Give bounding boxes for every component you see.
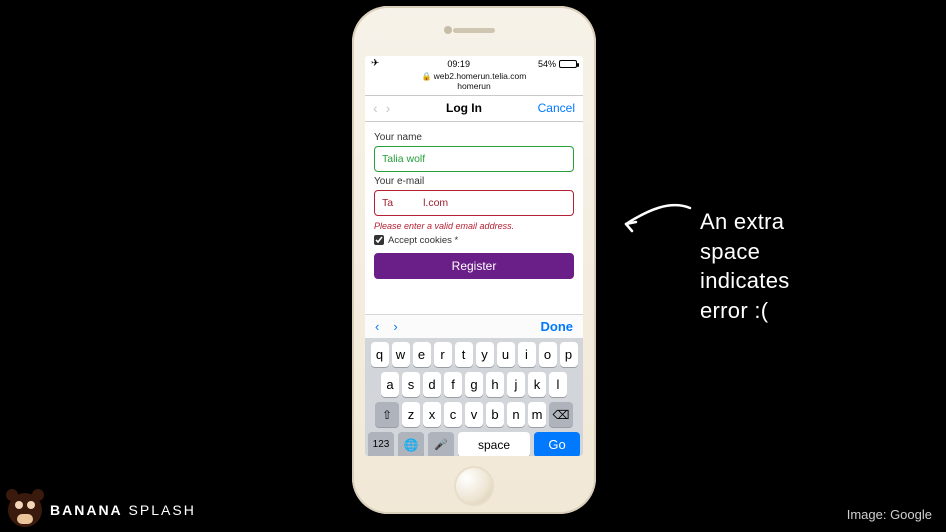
brand-text-bold: BANANA xyxy=(50,502,123,518)
register-button[interactable]: Register xyxy=(374,253,574,279)
key-d[interactable]: d xyxy=(423,372,441,397)
brand-badge: BANANA SPLASH xyxy=(8,493,196,527)
done-button[interactable]: Done xyxy=(541,319,574,334)
backspace-key[interactable]: ⌫ xyxy=(549,402,573,427)
annotation-line1: An extra xyxy=(700,207,790,237)
page-title: Log In xyxy=(390,101,537,115)
brand-text-light: SPLASH xyxy=(123,502,196,518)
phone-screen: ✈ 09:19 54% 🔒web2.homerun.telia.com home… xyxy=(365,56,583,456)
brand-text: BANANA SPLASH xyxy=(50,502,196,518)
keyboard-row-1: qwertyuiop xyxy=(368,342,580,367)
cancel-button[interactable]: Cancel xyxy=(538,101,575,115)
space-key[interactable]: space xyxy=(458,432,530,456)
key-q[interactable]: q xyxy=(371,342,389,367)
key-l[interactable]: l xyxy=(549,372,567,397)
keyboard-accessory: ‹ › Done xyxy=(365,314,583,338)
battery-indicator: 54% xyxy=(538,59,577,69)
key-s[interactable]: s xyxy=(402,372,420,397)
accept-cookies-row[interactable]: Accept cookies * xyxy=(374,235,574,246)
key-f[interactable]: f xyxy=(444,372,462,397)
status-time: 09:19 xyxy=(447,59,470,69)
home-button[interactable] xyxy=(454,466,494,506)
annotation-arrow xyxy=(620,200,694,236)
name-field[interactable]: Talia wolf xyxy=(374,146,574,172)
key-i[interactable]: i xyxy=(518,342,536,367)
annotation-text: An extra space indicates error :( xyxy=(700,207,790,326)
key-b[interactable]: b xyxy=(486,402,504,427)
login-form: Your name Talia wolf Your e-mail Ta l.co… xyxy=(365,122,583,279)
email-label: Your e-mail xyxy=(374,176,574,187)
key-j[interactable]: j xyxy=(507,372,525,397)
go-key[interactable]: Go xyxy=(534,432,580,456)
key-n[interactable]: n xyxy=(507,402,525,427)
key-a[interactable]: a xyxy=(381,372,399,397)
annotation-line2: space xyxy=(700,237,790,267)
nav-row: ‹ › Log In Cancel xyxy=(365,96,583,122)
battery-pct: 54% xyxy=(538,59,556,69)
name-label: Your name xyxy=(374,132,574,143)
key-g[interactable]: g xyxy=(465,372,483,397)
key-c[interactable]: c xyxy=(444,402,462,427)
image-credit: Image: Google xyxy=(847,507,932,522)
backspace-icon: ⌫ xyxy=(553,408,570,422)
key-p[interactable]: p xyxy=(560,342,578,367)
shift-icon: ⇧ xyxy=(382,408,392,422)
key-t[interactable]: t xyxy=(455,342,473,367)
globe-key[interactable]: 🌐 xyxy=(398,432,424,456)
key-u[interactable]: u xyxy=(497,342,515,367)
url-host: web2.homerun.telia.com xyxy=(434,71,527,81)
key-h[interactable]: h xyxy=(486,372,504,397)
nav-back-icon[interactable]: ‹ xyxy=(373,100,378,116)
key-w[interactable]: w xyxy=(392,342,410,367)
brand-logo-icon xyxy=(8,493,42,527)
phone-frame: ✈ 09:19 54% 🔒web2.homerun.telia.com home… xyxy=(352,6,596,514)
key-e[interactable]: e xyxy=(413,342,431,367)
battery-icon xyxy=(559,60,577,68)
email-field[interactable]: Ta l.com xyxy=(374,190,574,216)
annotation-line4: error :( xyxy=(700,296,790,326)
key-v[interactable]: v xyxy=(465,402,483,427)
accept-cookies-label: Accept cookies * xyxy=(388,235,458,246)
keyboard-row-3: ⇧ zxcvbnm ⌫ xyxy=(368,402,580,427)
key-r[interactable]: r xyxy=(434,342,452,367)
keyboard-row-4: 123 🌐 🎤 space Go xyxy=(368,432,580,456)
numbers-key[interactable]: 123 xyxy=(368,432,394,456)
key-k[interactable]: k xyxy=(528,372,546,397)
accept-cookies-checkbox[interactable] xyxy=(374,235,384,245)
lock-icon: 🔒 xyxy=(422,72,432,81)
key-m[interactable]: m xyxy=(528,402,546,427)
key-z[interactable]: z xyxy=(402,402,420,427)
key-o[interactable]: o xyxy=(539,342,557,367)
airplane-mode-icon: ✈ xyxy=(371,58,379,69)
url-path: homerun xyxy=(365,82,583,92)
keyboard-row-2: asdfghjkl xyxy=(368,372,580,397)
next-field-icon[interactable]: › xyxy=(393,319,397,334)
status-bar: ✈ 09:19 54% xyxy=(365,56,583,71)
prev-field-icon[interactable]: ‹ xyxy=(375,319,379,334)
keyboard: qwertyuiop asdfghjkl ⇧ zxcvbnm ⌫ 123 🌐 🎤… xyxy=(365,338,583,456)
email-error-message: Please enter a valid email address. xyxy=(374,221,574,231)
email-value-right: l.com xyxy=(423,197,448,209)
shift-key[interactable]: ⇧ xyxy=(375,402,399,427)
key-y[interactable]: y xyxy=(476,342,494,367)
url-bar: 🔒web2.homerun.telia.com homerun xyxy=(365,71,583,96)
name-value: Talia wolf xyxy=(382,153,425,165)
key-x[interactable]: x xyxy=(423,402,441,427)
mic-key[interactable]: 🎤 xyxy=(428,432,454,456)
email-value-left: Ta xyxy=(382,197,393,209)
annotation-line3: indicates xyxy=(700,266,790,296)
